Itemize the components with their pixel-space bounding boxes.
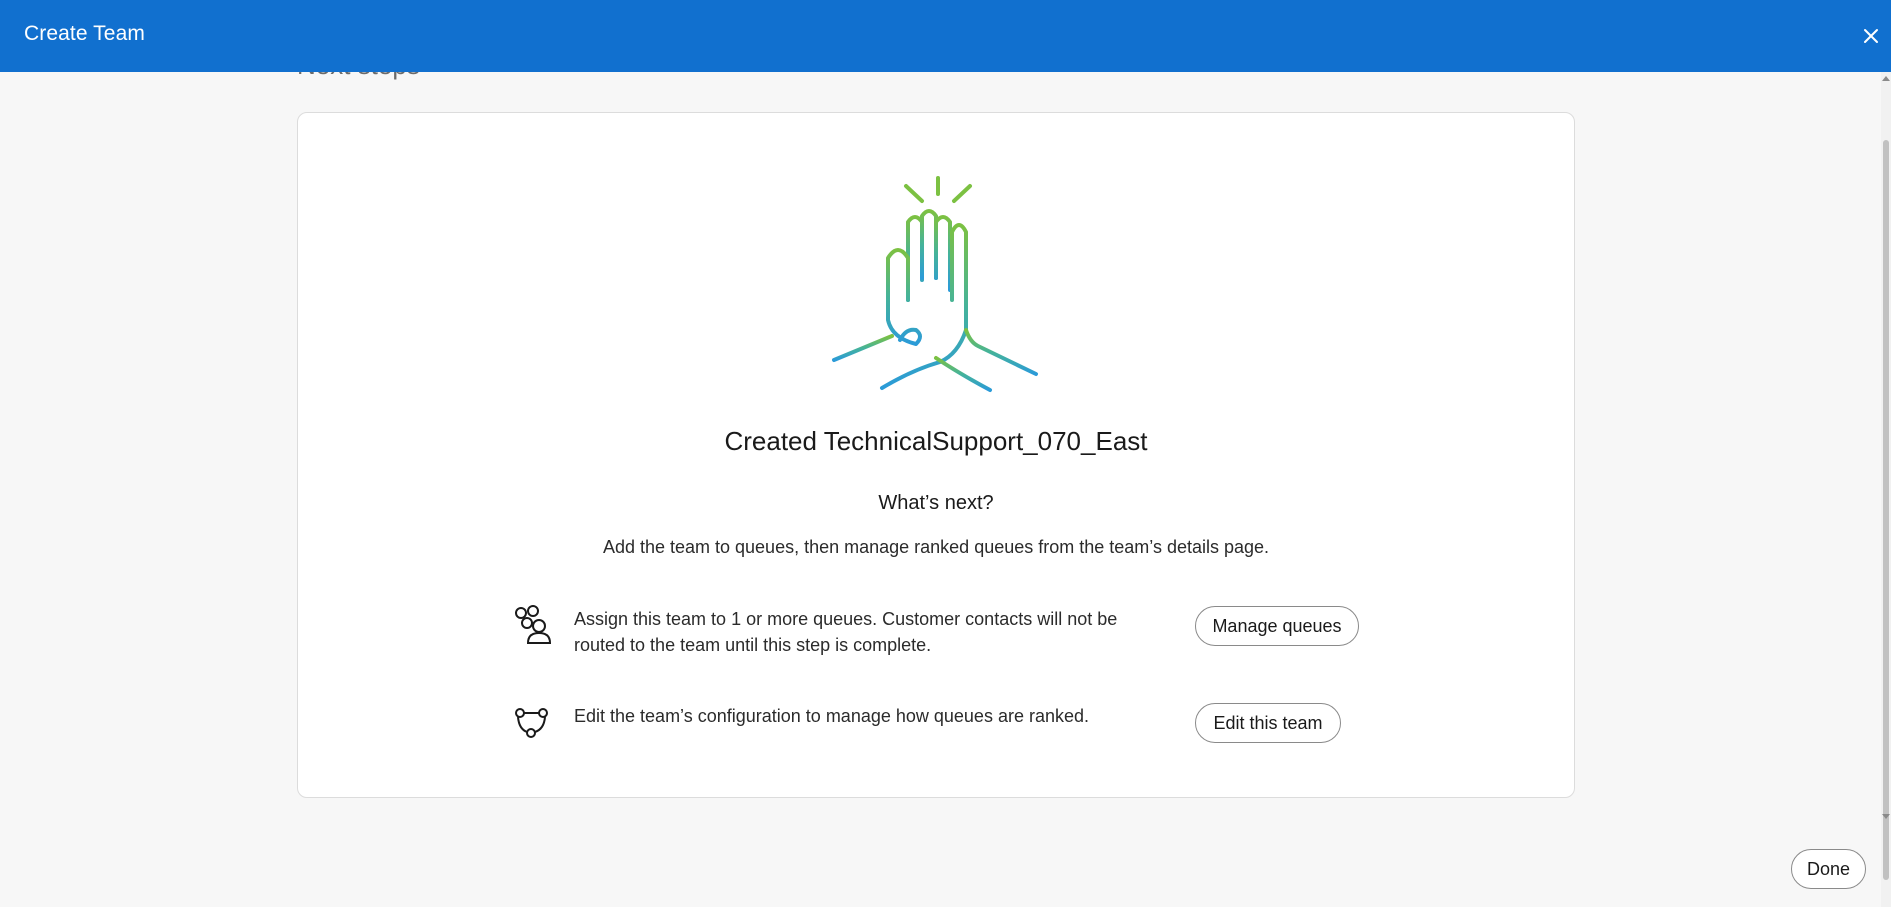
dialog-header: Create Team [0, 0, 1891, 72]
next-steps-description: Add the team to queues, then manage rank… [602, 537, 1270, 557]
scroll-down-icon[interactable] [1882, 814, 1890, 819]
scroll-thumb[interactable] [1883, 140, 1889, 880]
vertical-scrollbar[interactable] [1881, 72, 1891, 907]
step-edit-team-text: Edit the team’s configuration to manage … [574, 706, 1089, 726]
done-button[interactable]: Done [1791, 849, 1866, 889]
edit-this-team-button[interactable]: Edit this team [1195, 703, 1341, 743]
success-title: Created TechnicalSupport_070_East [724, 426, 1148, 456]
high-five-icon [832, 176, 1038, 392]
manage-queues-button[interactable]: Manage queues [1195, 606, 1359, 646]
dialog-title: Create Team [24, 22, 145, 45]
whats-next-heading: What’s next? [878, 492, 994, 514]
step-assign-queues-text: Assign this team to 1 or more queues. Cu… [574, 609, 1118, 655]
close-icon[interactable] [1857, 22, 1885, 50]
team-network-icon [515, 708, 548, 738]
scroll-up-icon[interactable] [1882, 76, 1890, 81]
team-members-icon [515, 605, 552, 644]
